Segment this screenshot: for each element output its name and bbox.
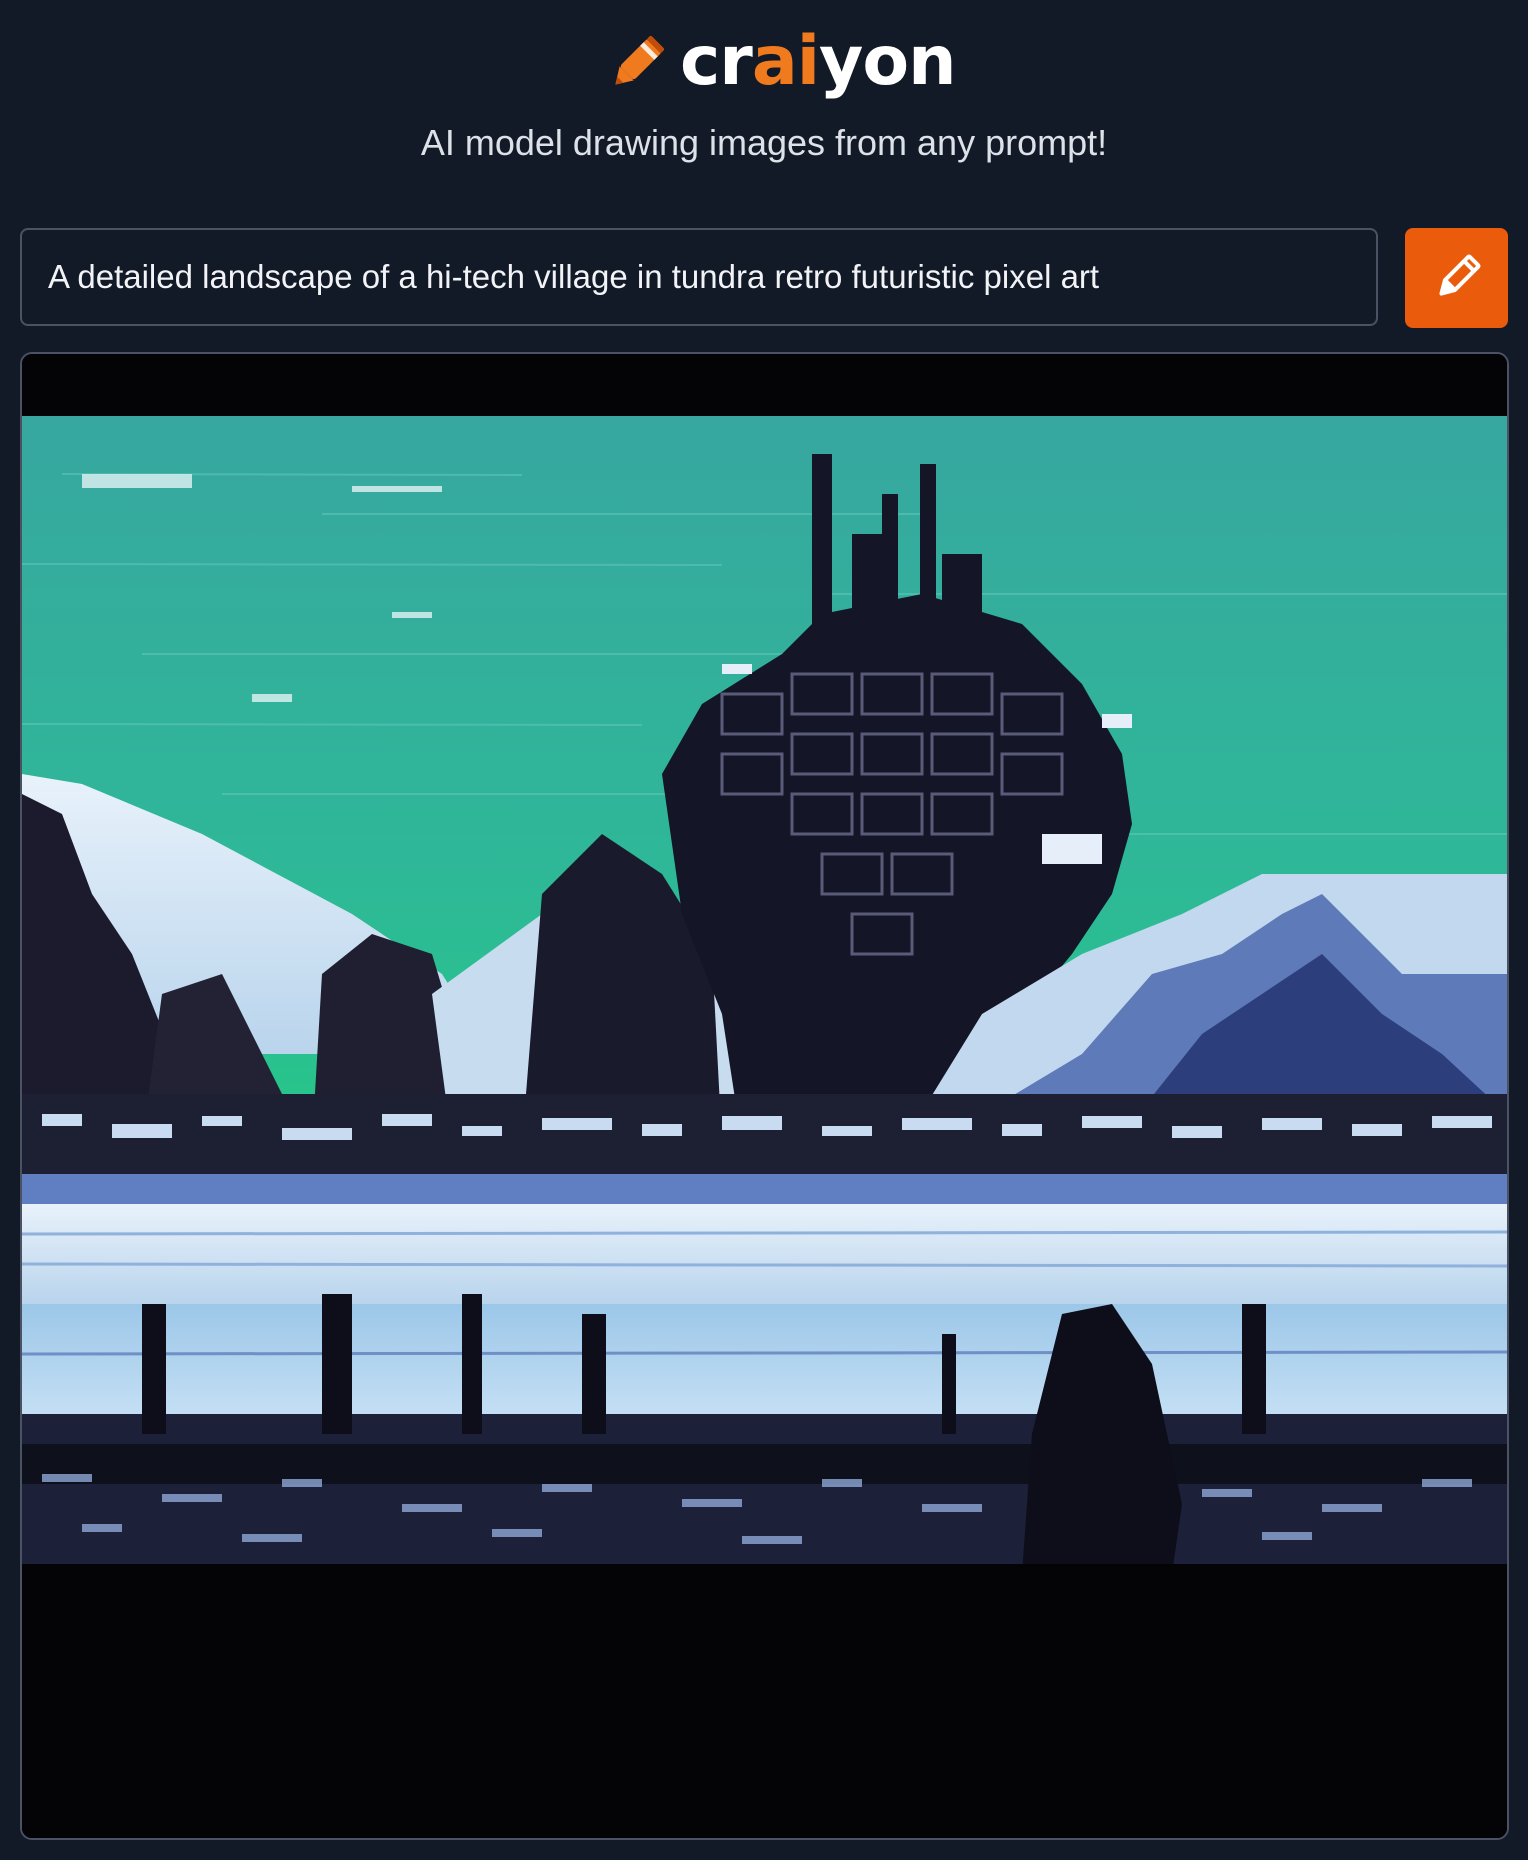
header: craiyon AI model drawing images from any… — [0, 0, 1528, 200]
pencil-icon — [1438, 254, 1481, 296]
brand-accent: ai — [751, 22, 820, 101]
brand-prefix: cr — [680, 22, 753, 101]
result-image-frame — [20, 352, 1509, 1840]
crayon-icon — [615, 35, 665, 85]
tagline: AI model drawing images from any prompt! — [420, 122, 1108, 163]
brand-name: craiyon — [680, 28, 957, 96]
logo[interactable]: craiyon — [600, 22, 957, 102]
generated-image[interactable] — [22, 354, 1507, 1838]
prompt-box[interactable] — [20, 228, 1378, 326]
prompt-input[interactable] — [46, 257, 1376, 297]
brand-suffix: yon — [819, 22, 956, 101]
draw-button[interactable] — [1405, 228, 1508, 328]
